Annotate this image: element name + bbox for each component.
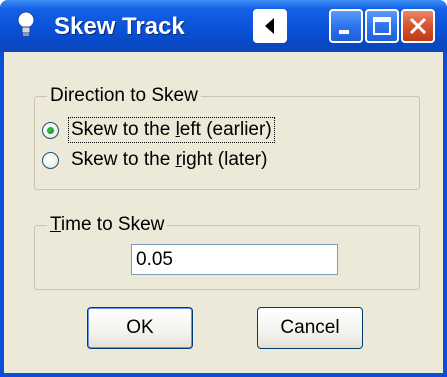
radio-button-selected[interactable] — [42, 121, 59, 139]
skew-track-dialog: Skew Track Direction to Skew Skew to the… — [0, 0, 447, 377]
radio-skew-left-label[interactable]: Skew to the left (earlier) — [68, 117, 275, 143]
radio-skew-right-label[interactable]: Skew to the right (later) — [69, 148, 269, 172]
minimize-button[interactable] — [329, 9, 363, 43]
radio-selected-dot — [47, 126, 54, 134]
maximize-icon — [373, 17, 391, 35]
radio-label-suffix: eft (earlier) — [179, 119, 272, 140]
time-legend-hotkey: T — [50, 214, 61, 235]
time-legend-rest: ime to Skew — [60, 214, 165, 235]
radio-label-suffix: ight (later) — [181, 149, 268, 170]
close-button[interactable] — [401, 9, 435, 43]
maximize-button[interactable] — [365, 9, 399, 43]
direction-group: Direction to Skew — [34, 85, 420, 190]
radio-button-unselected[interactable] — [42, 151, 59, 169]
cancel-button[interactable]: Cancel — [257, 307, 363, 349]
back-button[interactable] — [253, 9, 287, 43]
ok-button[interactable]: OK — [87, 307, 193, 349]
direction-group-legend: Direction to Skew — [47, 85, 201, 107]
window-title: Skew Track — [54, 13, 185, 40]
title-bar[interactable]: Skew Track — [0, 0, 447, 52]
radio-skew-left[interactable]: Skew to the left (earlier) — [42, 117, 275, 143]
time-to-skew-input[interactable] — [131, 244, 338, 275]
radio-label-prefix: Skew to the — [71, 119, 176, 140]
radio-skew-right[interactable]: Skew to the right (later) — [42, 148, 269, 172]
minimize-icon — [339, 30, 349, 34]
app-icon — [17, 11, 35, 36]
radio-label-prefix: Skew to the — [71, 149, 176, 170]
time-group-legend: Time to Skew — [47, 214, 168, 236]
close-icon — [409, 17, 427, 35]
triangle-left-icon — [265, 18, 274, 34]
